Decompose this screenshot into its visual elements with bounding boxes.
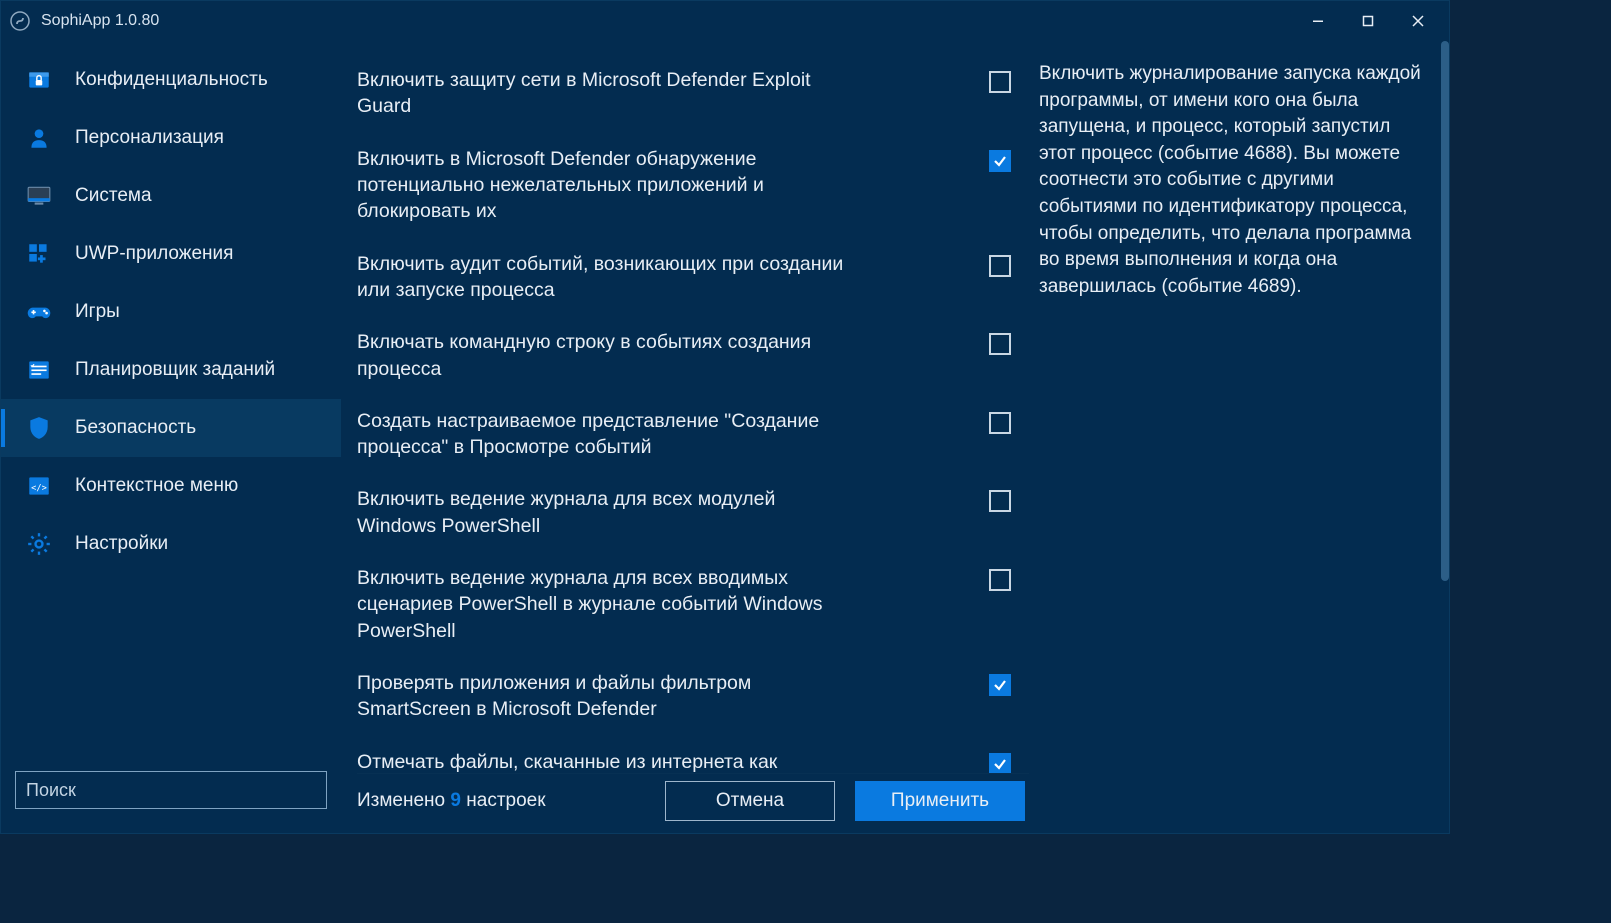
setting-row: Создать настраиваемое представление "Соз…	[357, 400, 1019, 479]
setting-label: Включить ведение журнала для всех модуле…	[357, 486, 857, 539]
sidebar-item-games[interactable]: Игры	[1, 283, 341, 341]
context-icon: </>	[25, 472, 53, 500]
search-input[interactable]	[15, 771, 327, 809]
setting-label: Включить в Microsoft Defender обнаружени…	[357, 146, 857, 225]
scrollbar-thumb[interactable]	[1441, 41, 1449, 581]
setting-label: Проверять приложения и файлы фильтром Sm…	[357, 670, 857, 723]
detail-panel: Включить журналирование запуска каждой п…	[1029, 41, 1449, 833]
setting-checkbox[interactable]	[989, 569, 1011, 591]
app-window: SophiApp 1.0.80 Конфиденциальность Персон…	[0, 0, 1450, 834]
setting-row: Проверять приложения и файлы фильтром Sm…	[357, 662, 1019, 741]
sidebar: Конфиденциальность Персонализация Система U…	[1, 41, 341, 833]
setting-checkbox[interactable]	[989, 412, 1011, 434]
personalization-icon	[25, 124, 53, 152]
settings-icon	[25, 530, 53, 558]
setting-row: Включить ведение журнала для всех модуле…	[357, 478, 1019, 557]
setting-row: Включать командную строку в событиях соз…	[357, 321, 1019, 400]
sidebar-item-label: Игры	[75, 301, 120, 323]
setting-label: Включить аудит событий, возникающих при …	[357, 251, 857, 304]
sidebar-item-label: Контекстное меню	[75, 475, 238, 497]
setting-row: Включить в Microsoft Defender обнаружени…	[357, 138, 1019, 243]
sidebar-item-label: Персонализация	[75, 127, 224, 149]
titlebar: SophiApp 1.0.80	[1, 1, 1449, 41]
sidebar-item-personalization[interactable]: Персонализация	[1, 109, 341, 167]
sidebar-item-label: Настройки	[75, 533, 168, 555]
setting-checkbox[interactable]	[989, 150, 1011, 172]
app-title: SophiApp 1.0.80	[41, 12, 159, 30]
sidebar-item-label: Планировщик заданий	[75, 359, 275, 381]
sidebar-item-label: Конфиденциальность	[75, 69, 268, 91]
sidebar-item-security[interactable]: Безопасность	[1, 399, 341, 457]
main-content: Включить защиту сети в Microsoft Defende…	[341, 41, 1449, 833]
games-icon	[25, 298, 53, 326]
window-controls	[1295, 6, 1441, 36]
footer-bar: Изменено 9 настроек Отмена Применить	[357, 773, 1029, 833]
settings-list: Включить защиту сети в Microsoft Defende…	[357, 41, 1029, 773]
sidebar-item-label: Безопасность	[75, 417, 196, 439]
uwp-icon	[25, 240, 53, 268]
setting-checkbox[interactable]	[989, 674, 1011, 696]
sidebar-item-scheduler[interactable]: Планировщик заданий	[1, 341, 341, 399]
setting-checkbox[interactable]	[989, 490, 1011, 512]
changed-suffix: настроек	[466, 790, 545, 811]
sidebar-item-privacy[interactable]: Конфиденциальность	[1, 51, 341, 109]
setting-row: Отмечать файлы, скачанные из интернета к…	[357, 741, 1019, 773]
close-button[interactable]	[1395, 6, 1441, 36]
changed-prefix: Изменено	[357, 790, 445, 811]
changed-label: Изменено 9 настроек	[357, 790, 546, 812]
setting-checkbox[interactable]	[989, 71, 1011, 93]
changed-count: 9	[450, 790, 461, 811]
setting-label: Отмечать файлы, скачанные из интернета к…	[357, 749, 857, 773]
sidebar-item-uwp[interactable]: UWP-приложения	[1, 225, 341, 283]
minimize-button[interactable]	[1295, 6, 1341, 36]
setting-label: Включить защиту сети в Microsoft Defende…	[357, 67, 857, 120]
setting-label: Создать настраиваемое представление "Соз…	[357, 408, 857, 461]
sidebar-item-label: UWP-приложения	[75, 243, 233, 265]
setting-checkbox[interactable]	[989, 255, 1011, 277]
setting-row: Включить аудит событий, возникающих при …	[357, 243, 1019, 322]
sidebar-item-system[interactable]: Система	[1, 167, 341, 225]
apply-button[interactable]: Применить	[855, 781, 1025, 821]
privacy-icon	[25, 66, 53, 94]
detail-text: Включить журналирование запуска каждой п…	[1039, 61, 1431, 300]
sidebar-item-label: Система	[75, 185, 152, 207]
setting-label: Включить ведение журнала для всех вводим…	[357, 565, 857, 644]
cancel-button[interactable]: Отмена	[665, 781, 835, 821]
maximize-button[interactable]	[1345, 6, 1391, 36]
setting-row: Включить ведение журнала для всех вводим…	[357, 557, 1019, 662]
security-icon	[25, 414, 53, 442]
system-icon	[25, 182, 53, 210]
setting-row: Включить защиту сети в Microsoft Defende…	[357, 59, 1019, 138]
sidebar-item-settings[interactable]: Настройки	[1, 515, 341, 573]
setting-checkbox[interactable]	[989, 753, 1011, 773]
sidebar-item-context[interactable]: </> Контекстное меню	[1, 457, 341, 515]
scheduler-icon	[25, 356, 53, 384]
app-logo-icon	[9, 10, 31, 32]
setting-checkbox[interactable]	[989, 333, 1011, 355]
setting-label: Включать командную строку в событиях соз…	[357, 329, 857, 382]
svg-text:</>: </>	[31, 483, 47, 493]
